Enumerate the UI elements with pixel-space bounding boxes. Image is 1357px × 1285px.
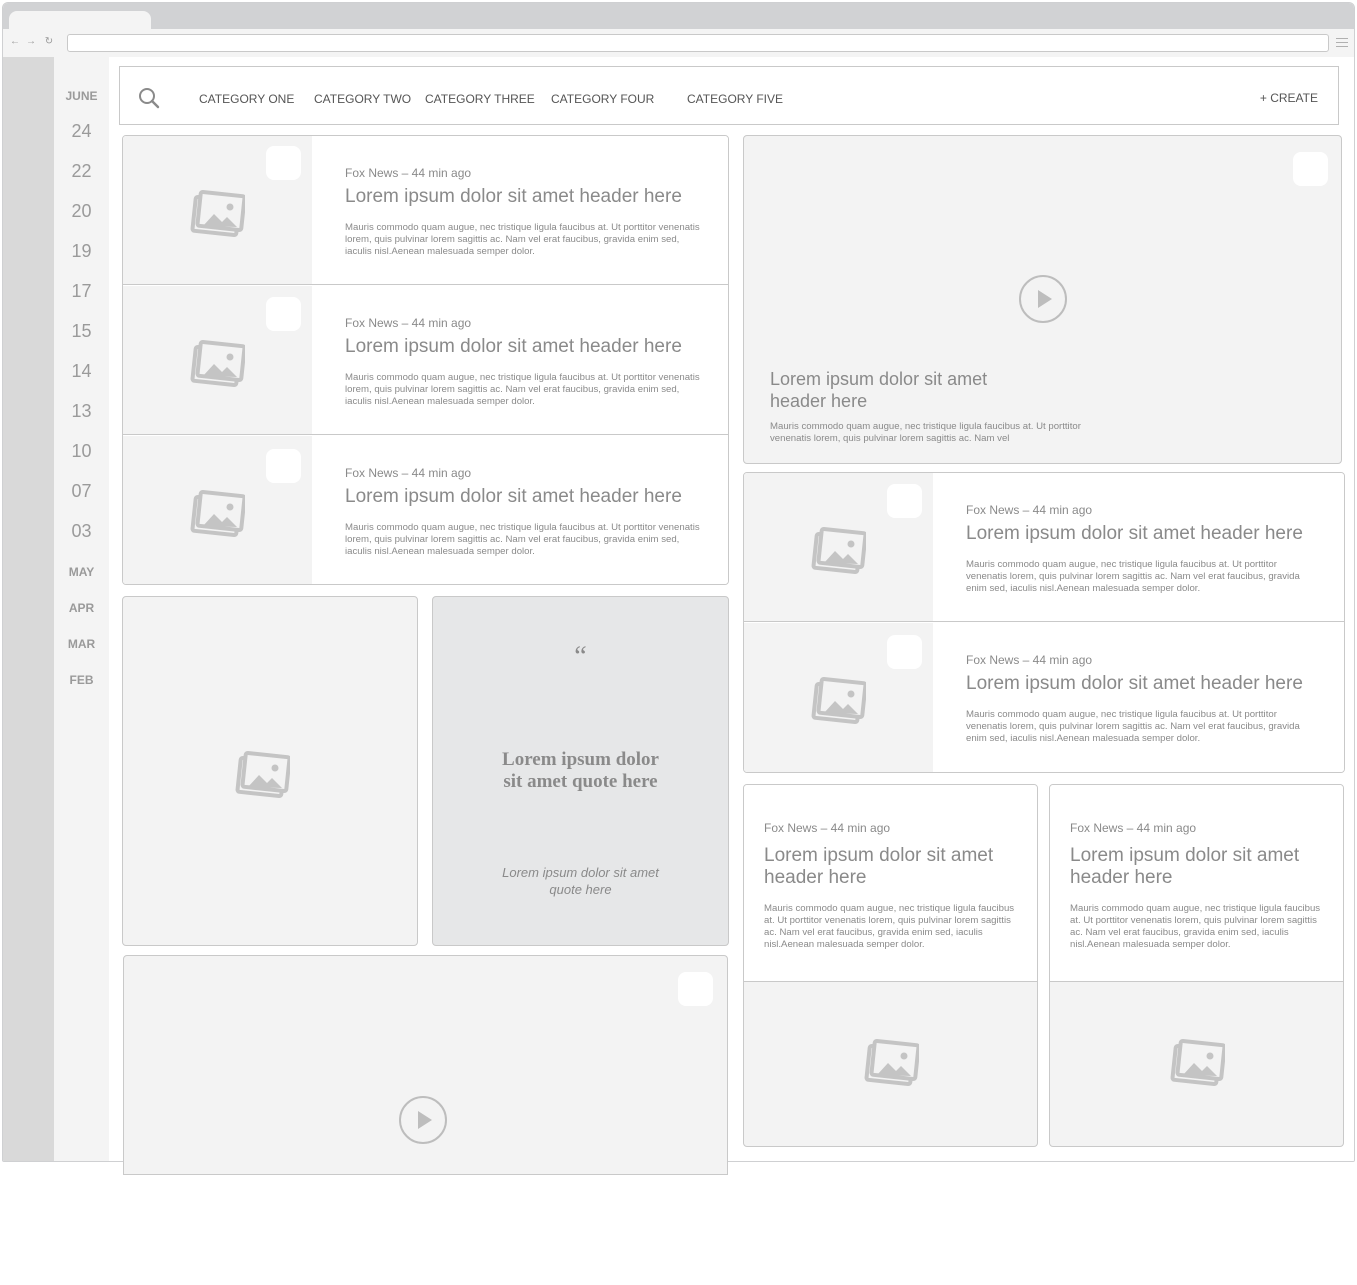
reload-icon[interactable]: ↻ — [43, 36, 55, 47]
video-excerpt: Mauris commodo quam augue, nec tristique… — [770, 421, 1081, 444]
article-meta: Fox News – 44 min ago — [345, 316, 472, 330]
list-item[interactable]: Fox News – 44 min ago Lorem ipsum dolor … — [744, 623, 1344, 772]
article-tile[interactable]: Fox News – 44 min ago Lorem ipsum dolor … — [743, 784, 1038, 1147]
article-excerpt: Mauris commodo quam augue, nec tristique… — [345, 522, 700, 557]
sidebar-day[interactable]: 10 — [54, 441, 109, 462]
list-item[interactable]: Fox News – 44 min ago Lorem ipsum dolor … — [123, 436, 728, 584]
list-item[interactable]: Fox News – 44 min ago Lorem ipsum dolor … — [123, 286, 728, 435]
create-button[interactable]: + CREATE — [1260, 91, 1318, 105]
sidebar-day[interactable]: 13 — [54, 401, 109, 422]
sidebar-day[interactable]: 14 — [54, 361, 109, 382]
browser-toolbar: ← → ↻ — [3, 29, 1354, 57]
category-five-link[interactable]: CATEGORY FIVE — [687, 92, 783, 106]
article-excerpt: Mauris commodo quam augue, nec tristique… — [764, 903, 1015, 950]
article-tile[interactable]: Fox News – 44 min ago Lorem ipsum dolor … — [1049, 784, 1344, 1147]
category-two-link[interactable]: CATEGORY TWO — [314, 92, 411, 106]
sidebar-month[interactable]: JUNE — [54, 89, 109, 103]
article-thumbnail — [744, 623, 933, 772]
category-four-link[interactable]: CATEGORY FOUR — [551, 92, 654, 106]
article-headline[interactable]: Lorem ipsum dolor sit amet header here — [966, 523, 1320, 545]
image-placeholder-icon — [190, 339, 245, 388]
video-feature-card[interactable]: Lorem ipsum dolor sit amet header here M… — [743, 135, 1342, 464]
tile-text-area: Fox News – 44 min ago Lorem ipsum dolor … — [1050, 785, 1343, 982]
image-placeholder-icon — [864, 1038, 919, 1087]
tile-text-area: Fox News – 44 min ago Lorem ipsum dolor … — [744, 785, 1037, 982]
article-excerpt: Mauris commodo quam augue, nec tristique… — [345, 222, 700, 257]
article-meta: Fox News – 44 min ago — [966, 653, 1093, 667]
article-meta: Fox News – 44 min ago — [1070, 821, 1197, 835]
article-headline[interactable]: Lorem ipsum dolor sit amet header here — [345, 186, 704, 208]
sidebar-day[interactable]: 03 — [54, 521, 109, 542]
image-card[interactable] — [122, 596, 418, 946]
list-item[interactable]: Fox News – 44 min ago Lorem ipsum dolor … — [744, 473, 1344, 622]
article-excerpt: Mauris commodo quam augue, nec tristique… — [966, 559, 1300, 594]
left-strip — [3, 57, 54, 1161]
video-card[interactable] — [123, 955, 728, 1175]
list-item[interactable]: Fox News – 44 min ago Lorem ipsum dolor … — [123, 136, 728, 285]
sidebar-month[interactable]: MAR — [54, 637, 109, 651]
category-one-link[interactable]: CATEGORY ONE — [199, 92, 294, 106]
article-thumbnail — [123, 436, 312, 584]
hamburger-menu-icon[interactable] — [1336, 38, 1348, 47]
article-excerpt: Mauris commodo quam augue, nec tristique… — [966, 709, 1300, 744]
article-thumbnail — [744, 473, 933, 621]
sidebar-day[interactable]: 19 — [54, 241, 109, 262]
sidebar-day[interactable]: 17 — [54, 281, 109, 302]
article-meta: Fox News – 44 min ago — [345, 166, 472, 180]
sidebar-month[interactable]: APR — [54, 601, 109, 615]
article-headline[interactable]: Lorem ipsum dolor sit amet header here — [764, 845, 1017, 889]
quote-mark: “ — [574, 641, 587, 672]
article-headline[interactable]: Lorem ipsum dolor sit amet header here — [1070, 845, 1323, 889]
bookmark-badge[interactable] — [266, 449, 301, 483]
article-excerpt: Mauris commodo quam augue, nec tristique… — [1070, 903, 1321, 950]
sidebar-day[interactable]: 15 — [54, 321, 109, 342]
article-thumbnail — [123, 136, 312, 284]
article-headline[interactable]: Lorem ipsum dolor sit amet header here — [345, 336, 704, 358]
bookmark-badge[interactable] — [887, 484, 922, 518]
right-article-list: Fox News – 44 min ago Lorem ipsum dolor … — [743, 472, 1345, 773]
video-headline[interactable]: Lorem ipsum dolor sit amet header here — [770, 368, 990, 412]
article-meta: Fox News – 44 min ago — [764, 821, 891, 835]
bookmark-badge[interactable] — [1293, 152, 1328, 186]
play-icon[interactable] — [398, 1095, 448, 1145]
sidebar-day[interactable]: 20 — [54, 201, 109, 222]
quote-card[interactable]: “ Lorem ipsum dolor sit amet quote here … — [432, 596, 729, 946]
bookmark-badge[interactable] — [266, 297, 301, 331]
article-meta: Fox News – 44 min ago — [345, 466, 472, 480]
address-bar[interactable] — [67, 34, 1329, 52]
browser-chrome: ← → ↻ — [3, 3, 1354, 57]
category-three-link[interactable]: CATEGORY THREE — [425, 92, 535, 106]
left-article-list: Fox News – 44 min ago Lorem ipsum dolor … — [122, 135, 729, 585]
bookmark-badge[interactable] — [266, 146, 301, 180]
bookmark-badge[interactable] — [678, 972, 713, 1006]
image-placeholder-icon — [235, 750, 290, 799]
forward-arrow-icon[interactable]: → — [25, 36, 37, 47]
article-meta: Fox News – 44 min ago — [966, 503, 1093, 517]
play-icon[interactable] — [1018, 274, 1068, 324]
quote-text: Lorem ipsum dolor sit amet quote here — [502, 749, 659, 792]
sidebar-day[interactable]: 24 — [54, 121, 109, 142]
image-placeholder-icon — [811, 676, 866, 725]
image-placeholder-icon — [190, 489, 245, 538]
category-nav: CATEGORY ONE CATEGORY TWO CATEGORY THREE… — [119, 66, 1339, 125]
quote-attribution: Lorem ipsum dolor sit amet quote here — [502, 865, 659, 897]
browser-tab[interactable] — [9, 11, 151, 31]
image-placeholder-icon — [190, 189, 245, 238]
image-placeholder-icon — [811, 526, 866, 575]
image-placeholder-icon — [1170, 1038, 1225, 1087]
article-headline[interactable]: Lorem ipsum dolor sit amet header here — [966, 673, 1320, 695]
article-excerpt: Mauris commodo quam augue, nec tristique… — [345, 372, 700, 407]
sidebar-day[interactable]: 07 — [54, 481, 109, 502]
article-thumbnail — [123, 286, 312, 434]
search-icon[interactable] — [138, 87, 160, 109]
sidebar-day[interactable]: 22 — [54, 161, 109, 182]
sidebar-month[interactable]: MAY — [54, 565, 109, 579]
back-arrow-icon[interactable]: ← — [9, 36, 21, 47]
date-sidebar: JUNE 24 22 20 19 17 15 14 13 10 07 03 MAY APR MAR FEB — [54, 57, 109, 1161]
sidebar-month[interactable]: FEB — [54, 673, 109, 687]
bookmark-badge[interactable] — [887, 635, 922, 669]
article-headline[interactable]: Lorem ipsum dolor sit amet header here — [345, 486, 704, 508]
